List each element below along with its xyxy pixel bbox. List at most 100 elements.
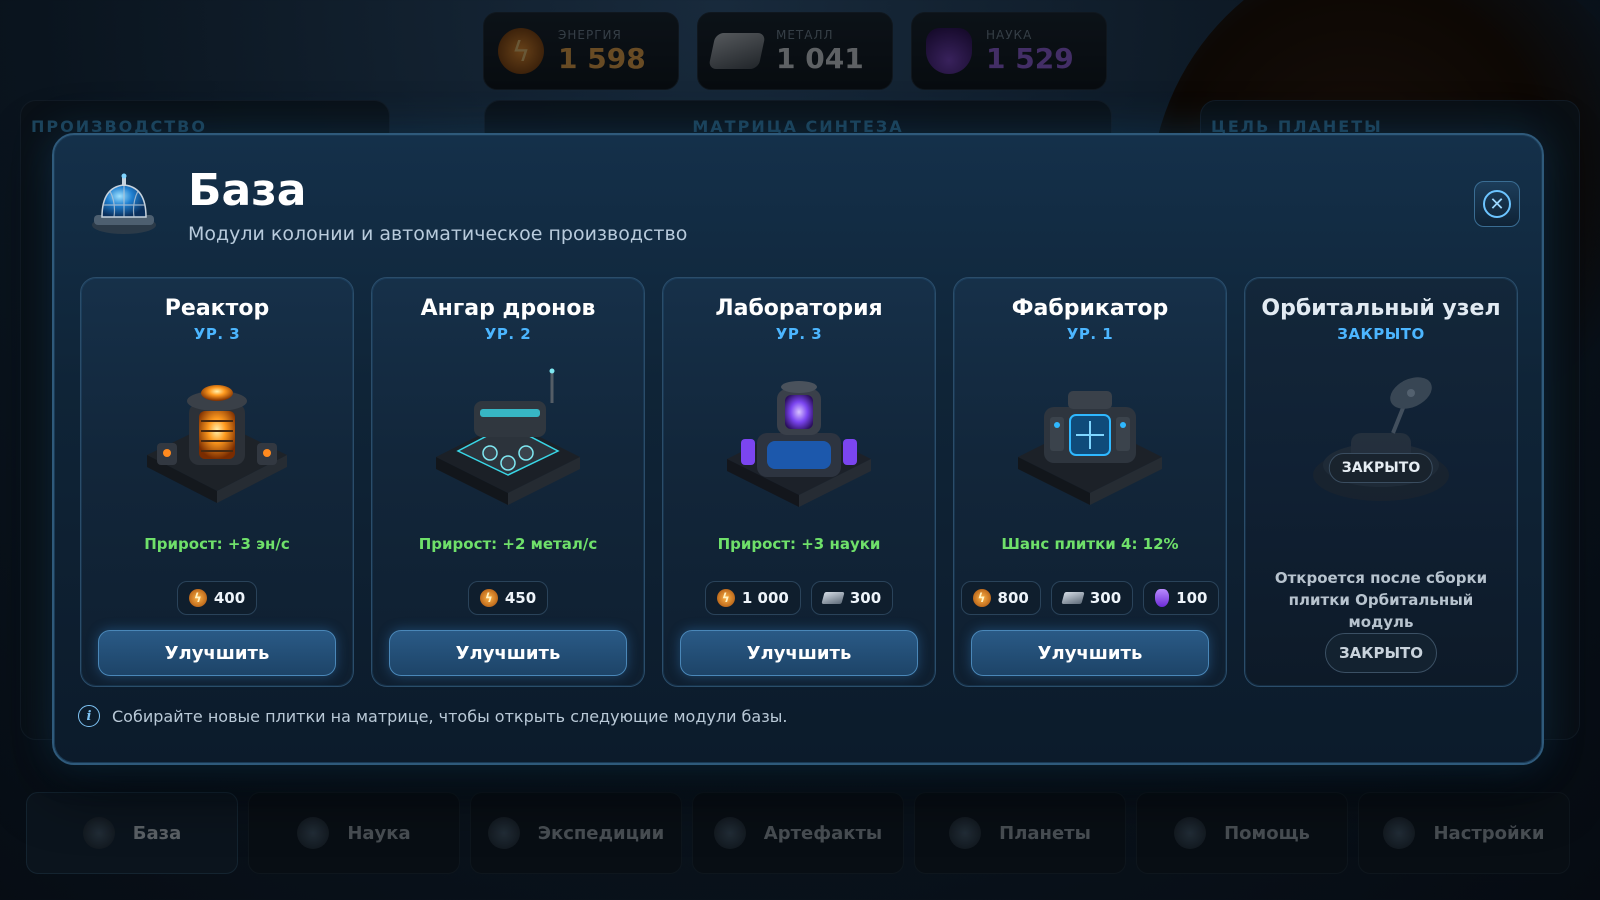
upgrade-costs: ϟ 400 — [81, 581, 353, 615]
module-level: УР. 3 — [193, 325, 241, 343]
close-icon: ✕ — [1483, 190, 1511, 218]
cost-metal: 300 — [810, 581, 894, 615]
nav-label: Планеты — [999, 822, 1091, 844]
resource-value: 1 041 — [776, 41, 864, 75]
info-hint: i Собирайте новые плитки на матрице, что… — [78, 705, 787, 727]
module-name: Реактор — [164, 296, 270, 321]
cost-science: 100 — [1143, 581, 1220, 615]
module-card-reactor: Реактор УР. 3 Прирост: +3 эн/с ϟ 400 Улу… — [80, 277, 354, 687]
module-level: УР. 2 — [484, 325, 532, 343]
upgrade-costs: ϟ 800 300 100 — [954, 581, 1226, 615]
module-yield: Прирост: +2 метал/с — [418, 535, 598, 553]
resource-value: 1 598 — [558, 41, 646, 75]
cost-amount: 100 — [1176, 589, 1208, 607]
bottom-navigation: База Наука Экспедиции Артефакты Планеты … — [26, 792, 1570, 874]
orbital-node-illustration — [1301, 363, 1461, 513]
module-card-drone-hangar: Ангар дронов УР. 2 Прирост: +2 метал/с ϟ… — [371, 277, 645, 687]
metal-ingot-icon — [708, 33, 766, 69]
hint-text: Собирайте новые плитки на матрице, чтобы… — [112, 706, 788, 726]
nav-science[interactable]: Наука — [248, 792, 460, 874]
nav-artifacts[interactable]: Артефакты — [692, 792, 904, 874]
info-icon: i — [78, 705, 100, 727]
upgrade-button-laboratory[interactable]: Улучшить — [680, 630, 918, 676]
fabricator-illustration — [1010, 363, 1170, 513]
cost-energy: ϟ 800 — [960, 581, 1041, 615]
cost-amount: 400 — [213, 589, 246, 607]
module-cards: Реактор УР. 3 Прирост: +3 эн/с ϟ 400 Улу… — [80, 277, 1518, 687]
metal-ingot-icon — [1061, 592, 1085, 604]
module-card-fabricator: Фабрикатор УР. 1 Шанс плитки 4: 12% ϟ 80… — [953, 277, 1227, 687]
energy-icon: ϟ — [716, 589, 735, 607]
drone-hangar-illustration — [428, 363, 588, 513]
energy-icon: ϟ — [188, 589, 207, 607]
resource-value: 1 529 — [986, 41, 1074, 75]
resource-energy: ϟ ЭНЕРГИЯ 1 598 — [483, 12, 679, 90]
base-dome-icon — [88, 171, 160, 243]
energy-icon: ϟ — [479, 589, 498, 607]
module-name: Фабрикатор — [1011, 296, 1169, 321]
module-yield: Прирост: +3 эн/с — [144, 535, 290, 553]
rocket-icon — [487, 817, 520, 849]
gear-icon — [1383, 817, 1416, 849]
module-yield: Шанс плитки 4: 12% — [1001, 535, 1179, 553]
upgrade-button-drone-hangar[interactable]: Улучшить — [389, 630, 627, 676]
cost-amount: 800 — [997, 589, 1029, 607]
nav-base[interactable]: База — [26, 792, 238, 874]
nav-help[interactable]: Помощь — [1136, 792, 1348, 874]
upgrade-costs: ϟ 1 000 300 — [663, 581, 935, 615]
flask-icon — [297, 817, 330, 849]
nav-label: Артефакты — [763, 822, 883, 844]
planet-icon — [949, 817, 982, 849]
nav-settings[interactable]: Настройки — [1358, 792, 1570, 874]
base-modal: База Модули колонии и автоматическое про… — [52, 133, 1544, 765]
dome-icon — [82, 817, 115, 849]
laboratory-illustration — [719, 363, 879, 513]
module-name: Лаборатория — [715, 296, 883, 321]
nav-label: Экспедиции — [537, 822, 665, 844]
module-level: УР. 1 — [1066, 325, 1114, 343]
module-card-orbital-node: Орбитальный узел ЗАКРЫТО ЗАКРЫТО Откроет… — [1244, 277, 1518, 687]
resource-metal: МЕТАЛЛ 1 041 — [697, 12, 893, 90]
resource-label: ЭНЕРГИЯ — [558, 27, 622, 42]
cost-amount: 1 000 — [741, 589, 789, 607]
metal-ingot-icon — [821, 592, 845, 604]
cost-energy: ϟ 400 — [176, 581, 258, 615]
module-name: Орбитальный узел — [1261, 296, 1501, 321]
module-yield: Прирост: +3 науки — [717, 535, 881, 553]
module-status: ЗАКРЫТО — [1337, 325, 1425, 343]
flask-icon — [926, 28, 972, 74]
modal-subtitle: Модули колонии и автоматическое производ… — [188, 223, 688, 245]
module-level: УР. 3 — [775, 325, 823, 343]
nav-planets[interactable]: Планеты — [914, 792, 1126, 874]
artifact-icon — [713, 817, 746, 849]
locked-button-orbital-node: ЗАКРЫТО — [1325, 633, 1437, 673]
locked-badge: ЗАКРЫТО — [1328, 453, 1434, 483]
module-name: Ангар дронов — [420, 296, 596, 321]
reactor-illustration — [137, 363, 297, 513]
flask-icon — [1155, 589, 1170, 607]
nav-label: Помощь — [1224, 822, 1310, 844]
modal-title: База — [188, 165, 307, 216]
cost-energy: ϟ 1 000 — [704, 581, 801, 615]
resource-science: НАУКА 1 529 — [911, 12, 1107, 90]
upgrade-button-reactor[interactable]: Улучшить — [98, 630, 336, 676]
module-card-laboratory: Лаборатория УР. 3 Прирост: +3 науки ϟ 1 … — [662, 277, 936, 687]
resource-bar: ϟ ЭНЕРГИЯ 1 598 МЕТАЛЛ 1 041 НАУКА 1 529 — [483, 12, 1107, 90]
cost-amount: 300 — [849, 589, 882, 607]
cost-amount: 450 — [504, 589, 537, 607]
help-icon — [1174, 817, 1207, 849]
cost-amount: 300 — [1089, 589, 1122, 607]
upgrade-costs: ϟ 450 — [372, 581, 644, 615]
nav-label: База — [132, 822, 182, 844]
unlock-requirement: Откроется после сборки плитки Орбитальны… — [1274, 569, 1488, 631]
upgrade-button-fabricator[interactable]: Улучшить — [971, 630, 1209, 676]
energy-icon: ϟ — [972, 589, 991, 607]
lightning-icon: ϟ — [498, 28, 544, 74]
nav-expeditions[interactable]: Экспедиции — [470, 792, 682, 874]
modal-header: База Модули колонии и автоматическое про… — [88, 169, 687, 245]
cost-metal: 300 — [1050, 581, 1134, 615]
close-button[interactable]: ✕ — [1474, 181, 1520, 227]
nav-label: Настройки — [1433, 822, 1545, 844]
resource-label: НАУКА — [986, 27, 1033, 42]
nav-label: Наука — [347, 822, 411, 844]
